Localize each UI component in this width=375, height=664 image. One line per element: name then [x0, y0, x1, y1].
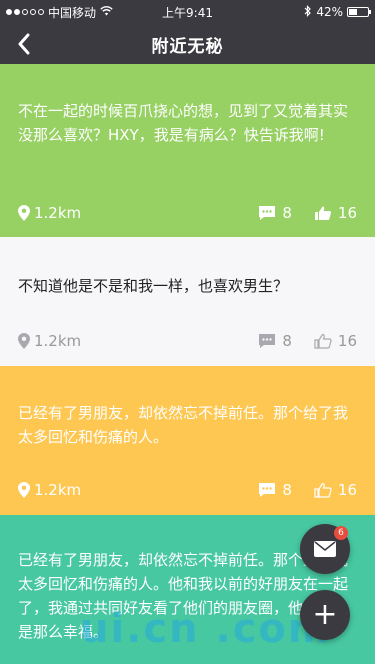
location: 1.2km: [18, 204, 81, 222]
location-pin-icon: [18, 205, 30, 221]
like-count-label: 16: [337, 332, 357, 350]
location-pin-icon: [18, 482, 30, 498]
post-card[interactable]: 已经有了男朋友，却依然忘不掉前任。那个给了我太多回忆和伤痛的人。 1.2km 8…: [0, 366, 375, 515]
distance-label: 1.2km: [34, 332, 82, 350]
like-count-label: 16: [337, 204, 357, 222]
comment-count[interactable]: 8: [258, 332, 292, 350]
status-bar: 中国移动 上午9:41 42%: [0, 0, 375, 24]
location: 1.2km: [18, 332, 81, 350]
carrier-name: 中国移动: [48, 5, 97, 20]
like-count[interactable]: 16: [314, 481, 357, 499]
comment-count-label: 8: [282, 204, 292, 222]
bluetooth-icon: [304, 4, 312, 20]
thumbs-up-icon: [314, 333, 332, 349]
like-count[interactable]: 16: [314, 204, 357, 222]
nav-bar: 附近无秘: [0, 24, 375, 64]
signal-strength-icon: [6, 9, 44, 15]
page-title: 附近无秘: [151, 36, 224, 57]
like-count-label: 16: [337, 481, 357, 499]
comment-icon: [259, 334, 276, 348]
wifi-icon: [100, 5, 113, 19]
new-post-button[interactable]: +: [300, 590, 350, 640]
post-meta: 1.2km 8 16: [18, 481, 357, 499]
post-meta: 1.2km 8 16: [18, 332, 357, 350]
mail-icon: [314, 541, 336, 557]
comment-count[interactable]: 8: [258, 204, 292, 222]
messages-button[interactable]: 6: [300, 524, 350, 574]
comment-count-label: 8: [282, 332, 292, 350]
post-card[interactable]: 不知道他是不是和我一样，也喜欢男生？ 1.2km 8 16: [0, 237, 375, 366]
location: 1.2km: [18, 481, 81, 499]
post-meta: 1.2km 8 16: [18, 204, 357, 222]
plus-icon: +: [312, 597, 338, 632]
chevron-left-icon: [18, 33, 30, 55]
unread-badge: 6: [334, 526, 348, 540]
comment-count[interactable]: 8: [258, 481, 292, 499]
thumbs-up-icon: [314, 206, 331, 220]
comment-icon: [259, 483, 276, 497]
post-text: 不在一起的时候百爪挠心的想，见到了又觉着其实没那么喜欢？HXY，我是有病么？快告…: [18, 102, 349, 144]
thumbs-up-icon: [314, 482, 332, 498]
distance-label: 1.2km: [34, 204, 82, 222]
battery-icon: [347, 7, 371, 17]
distance-label: 1.2km: [34, 481, 82, 499]
like-count[interactable]: 16: [314, 332, 357, 350]
battery-percent: 42%: [316, 5, 343, 19]
comment-count-label: 8: [282, 481, 292, 499]
back-button[interactable]: [10, 30, 38, 58]
post-text: 不知道他是不是和我一样，也喜欢男生？: [18, 277, 289, 295]
comment-icon: [259, 206, 276, 220]
post-text: 已经有了男朋友，却依然忘不掉前任。那个给了我太多回忆和伤痛的人。: [18, 404, 349, 446]
post-card[interactable]: 不在一起的时候百爪挠心的想，见到了又觉着其实没那么喜欢？HXY，我是有病么？快告…: [0, 64, 375, 237]
location-pin-icon: [18, 333, 30, 349]
